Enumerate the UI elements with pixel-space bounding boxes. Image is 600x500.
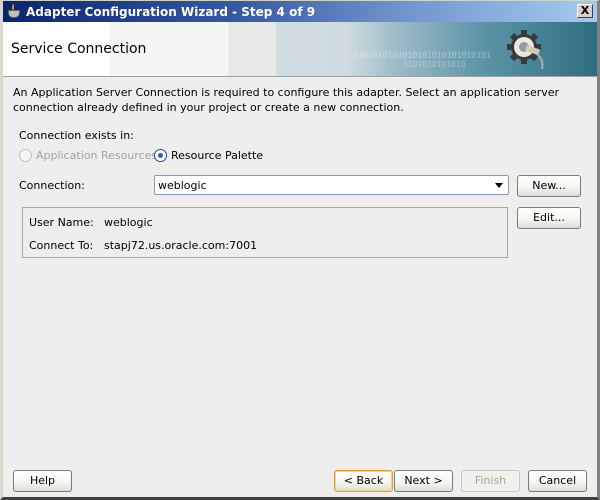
close-button[interactable]: X [577,4,593,18]
page-title: Service Connection [11,41,147,57]
connection-dropdown[interactable]: weblogic [154,175,509,195]
finish-button[interactable]: Finish [461,470,520,492]
radio-resource-palette[interactable]: Resource Palette [154,149,263,162]
cancel-button[interactable]: Cancel [528,470,587,492]
user-name-row: User Name: weblogic [29,216,153,229]
connection-exists-label: Connection exists in: [19,129,134,142]
wizard-window: Adapter Configuration Wizard - Step 4 of… [0,0,600,500]
window-title: Adapter Configuration Wizard - Step 4 of… [26,4,316,19]
connection-label: Connection: [19,179,85,192]
connection-details-panel: User Name: weblogic Connect To: stapj72.… [22,207,508,258]
wizard-header: Service Connection 010101010101010101010… [3,22,597,77]
title-bar[interactable]: Adapter Configuration Wizard - Step 4 of… [3,1,597,22]
help-button[interactable]: Help [13,470,72,492]
user-name-label: User Name: [29,216,94,229]
connect-to-label: Connect To: [29,239,94,252]
wizard-content: An Application Server Connection is requ… [3,79,597,497]
radio-label: Resource Palette [171,149,264,162]
chevron-down-icon[interactable] [490,176,508,194]
description-text: An Application Server Connection is requ… [13,86,560,114]
radio-button-unchecked[interactable] [19,149,32,162]
java-cup-icon [6,3,22,20]
radio-button-checked[interactable] [154,149,167,162]
gear-plug-icon [507,30,544,69]
radio-label: Application Resources [36,149,158,162]
connection-value: weblogic [158,178,207,192]
connect-to-value: stapj72.us.oracle.com:7001 [104,239,258,252]
new-connection-button[interactable]: New... [517,175,581,197]
next-button[interactable]: Next > [394,470,453,492]
radio-application-resources[interactable]: Application Resources [19,149,157,162]
edit-connection-button[interactable]: Edit... [517,207,581,229]
connect-to-row: Connect To: stapj72.us.oracle.com:7001 [29,239,257,252]
back-button[interactable]: < Back [334,470,393,492]
banner-binary-text-2: 0101010101010 [403,60,466,69]
user-name-value: weblogic [104,216,153,229]
